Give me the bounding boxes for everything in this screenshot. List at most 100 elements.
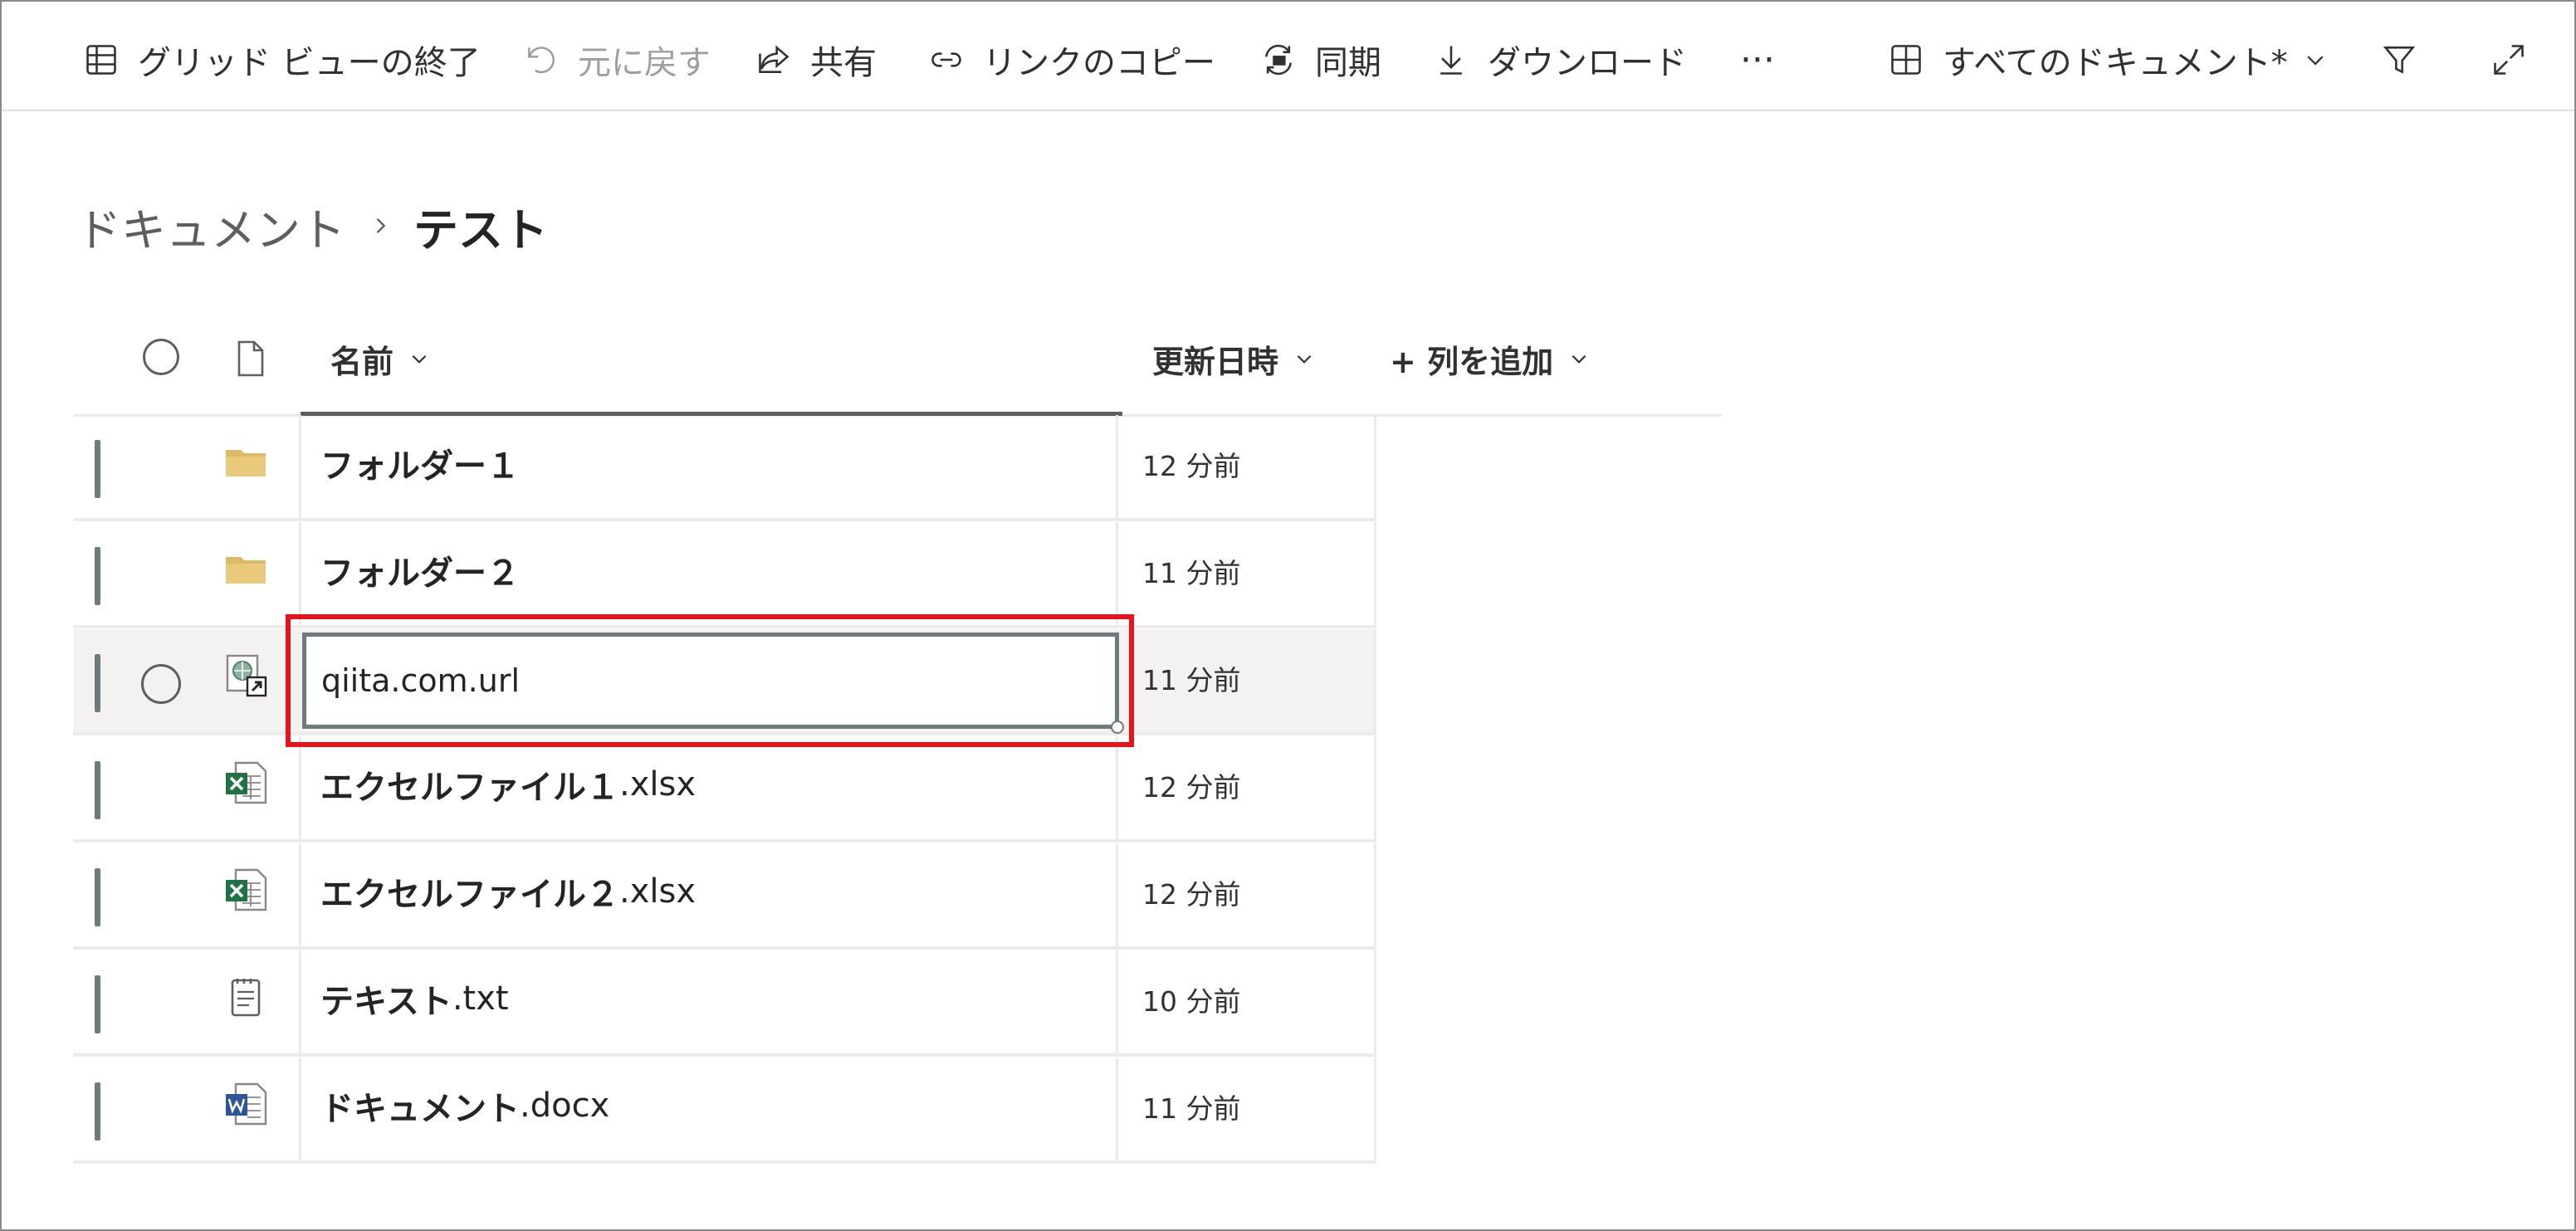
row-modified: 11 分前: [1142, 557, 1241, 589]
row-drag-handle[interactable]: [95, 761, 100, 819]
row-divider: [73, 946, 1376, 950]
column-divider: [299, 843, 301, 946]
column-divider: [1116, 415, 1118, 518]
row-name-link[interactable]: フォルダー２: [320, 545, 520, 595]
filter-icon: [2383, 46, 2416, 74]
filter-button[interactable]: [2381, 33, 2436, 86]
chevron-down-icon: [1572, 354, 1586, 364]
row-name-link[interactable]: エクセルファイル１ .xlsx: [320, 760, 696, 809]
row-drag-handle[interactable]: [95, 868, 100, 926]
row-name-link[interactable]: エクセルファイル２ .xlsx: [320, 867, 696, 916]
row-modified: 12 分前: [1142, 450, 1241, 482]
row-divider: [73, 1053, 1376, 1057]
command-bar: グリッド ビューの終了 元に戻す 共有 リンクのコピー 同期 ダウンロード ··…: [2, 2, 2574, 111]
select-all-checkbox[interactable]: [143, 339, 179, 375]
undo-icon: [528, 46, 555, 74]
folder-icon: [226, 557, 266, 584]
file-type-icon[interactable]: [236, 340, 266, 377]
row-drag-handle[interactable]: [95, 975, 100, 1033]
column-divider: [299, 950, 301, 1053]
row-divider: [73, 1160, 1376, 1164]
chevron-down-icon: [2307, 56, 2324, 66]
row-name-text: エクセルファイル２: [320, 876, 619, 914]
column-divider: [299, 415, 301, 518]
table-row[interactable]: フォルダー１ 12 分前: [73, 415, 1376, 521]
row-name-text: フォルダー２: [320, 554, 520, 593]
column-divider: [299, 1058, 301, 1160]
row-name-extension: .xlsx: [619, 872, 697, 911]
column-divider: [1374, 950, 1376, 1053]
row-divider: [73, 518, 1376, 521]
url-shortcut-icon: [226, 654, 267, 697]
table-row[interactable]: エクセルファイル２ .xlsx 12 分前: [73, 843, 1376, 950]
expand-button[interactable]: [2490, 33, 2545, 86]
column-header-modified[interactable]: 更新日時: [1152, 332, 1315, 385]
view-selector-label: すべてのドキュメント*: [1943, 44, 2288, 82]
word-file-icon: [226, 1082, 267, 1126]
row-drag-handle[interactable]: [95, 440, 100, 498]
copy-link-button[interactable]: リンクのコピー: [928, 33, 1215, 86]
row-drag-handle[interactable]: [95, 1082, 100, 1141]
row-drag-handle[interactable]: [95, 654, 100, 712]
column-divider: [299, 736, 301, 839]
row-modified: 12 分前: [1142, 878, 1241, 911]
grid-icon: [86, 45, 116, 75]
column-divider: [1374, 629, 1376, 732]
exit-grid-view-button[interactable]: グリッド ビューの終了: [83, 33, 481, 86]
sync-button[interactable]: 同期: [1260, 33, 1381, 86]
more-icon: ···: [1740, 38, 1775, 81]
more-button[interactable]: ···: [1740, 33, 1775, 86]
column-divider: [1374, 415, 1376, 518]
exit-grid-view-label: グリッド ビューの終了: [138, 44, 481, 82]
view-icon: [1891, 45, 1921, 75]
row-name-link[interactable]: ドキュメント .docx: [320, 1081, 609, 1131]
chevron-down-icon: [412, 354, 427, 364]
row-name-text: ドキュメント: [320, 1090, 520, 1128]
column-divider: [1116, 950, 1118, 1053]
share-label: 共有: [810, 44, 877, 82]
breadcrumb-current: テスト: [413, 203, 548, 256]
table-row[interactable]: テキスト .txt 10 分前: [73, 950, 1376, 1057]
column-divider: [1374, 522, 1376, 625]
row-name-extension: .xlsx: [619, 765, 697, 804]
text-file-icon: [231, 979, 261, 1017]
row-checkbox[interactable]: [141, 664, 181, 704]
undo-button[interactable]: 元に戻す: [523, 33, 711, 86]
share-button[interactable]: 共有: [755, 33, 877, 86]
breadcrumb-root-link[interactable]: ドキュメント: [76, 193, 345, 259]
expand-icon: [2494, 45, 2524, 75]
row-drag-handle[interactable]: [95, 547, 100, 605]
table-row[interactable]: フォルダー２ 11 分前: [73, 522, 1376, 628]
add-column-button[interactable]: + 列を追加: [1390, 332, 1590, 385]
annotation-highlight-box: [286, 614, 1134, 747]
excel-file-icon: [226, 868, 267, 911]
table-row[interactable]: ドキュメント .docx 11 分前: [73, 1058, 1376, 1164]
row-modified: 11 分前: [1142, 1092, 1241, 1125]
breadcrumb: ドキュメント テスト: [76, 193, 548, 259]
view-selector[interactable]: すべてのドキュメント*: [1888, 33, 2328, 86]
row-name-text: フォルダー１: [320, 447, 520, 486]
download-button[interactable]: ダウンロード: [1433, 33, 1687, 86]
column-header-name[interactable]: 名前: [330, 332, 430, 385]
row-divider: [73, 839, 1376, 843]
row-name-link[interactable]: フォルダー１: [320, 438, 520, 488]
excel-file-icon: [226, 761, 267, 804]
chevron-right-icon: [376, 218, 386, 233]
table-row[interactable]: エクセルファイル１ .xlsx 12 分前: [73, 736, 1376, 843]
row-name-text: テキスト: [320, 983, 452, 1021]
folder-icon: [226, 450, 266, 476]
column-divider: [1116, 1058, 1118, 1160]
row-name-extension: .docx: [520, 1087, 610, 1125]
share-icon: [759, 45, 789, 73]
row-name-link[interactable]: テキスト .txt: [320, 974, 509, 1023]
chevron-down-icon: [1297, 354, 1312, 364]
sync-icon: [1265, 44, 1292, 76]
column-divider: [1116, 736, 1118, 839]
column-divider: [1374, 736, 1376, 839]
undo-label: 元に戻す: [578, 44, 711, 82]
row-name-text: エクセルファイル１: [320, 769, 619, 807]
row-name-extension: .txt: [452, 979, 509, 1018]
row-modified: 10 分前: [1142, 985, 1241, 1018]
download-label: ダウンロード: [1488, 44, 1687, 82]
column-header-name-label: 名前: [330, 343, 394, 380]
